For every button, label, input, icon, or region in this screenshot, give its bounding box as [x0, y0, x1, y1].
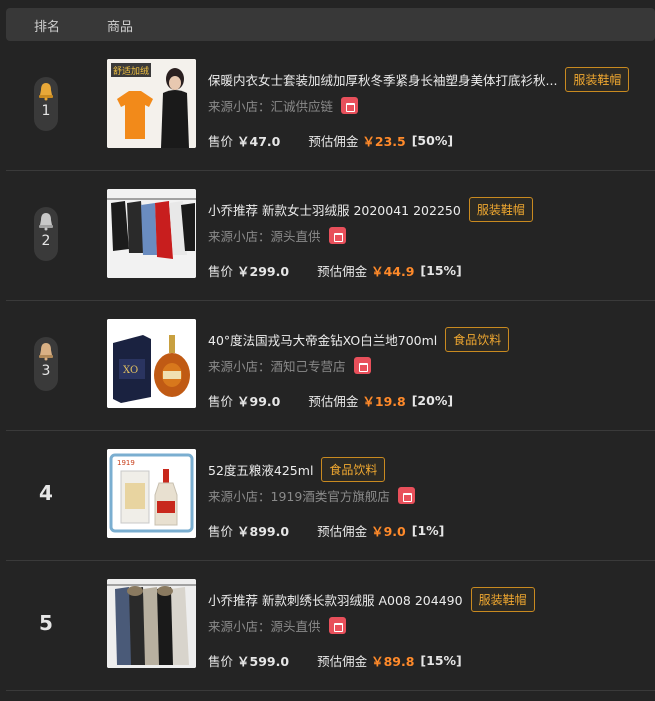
- shop-bag-icon[interactable]: [341, 97, 359, 114]
- product-image[interactable]: 1919: [107, 449, 196, 538]
- shop-prefix: 来源小店：: [208, 99, 271, 114]
- price-line: 售价 ￥899.0 预估佣金 ￥9.0 [1%]: [208, 521, 444, 540]
- commission-value: ￥23.5: [362, 134, 406, 149]
- gold-medal-icon: [39, 83, 53, 101]
- shop-info: 来源小店： 汇诚供应链: [208, 96, 359, 115]
- shop-bag-icon[interactable]: [328, 227, 346, 244]
- price-label: 售价: [208, 394, 234, 409]
- price-label: 售价: [208, 654, 234, 669]
- rank-number: 3: [41, 363, 51, 379]
- price-value: ￥899.0: [237, 524, 290, 539]
- category-tag: 服装鞋帽: [470, 586, 535, 612]
- product-title[interactable]: 保暖内衣女士套装加绒加厚秋冬季紧身长袖塑身美体打底衫秋...: [208, 70, 557, 89]
- product-image[interactable]: [107, 189, 196, 278]
- table-row[interactable]: 1 舒适加绒 保暖内衣女士套装加绒加厚秋冬季紧身长袖塑身美体打底衫秋... 服装…: [6, 41, 655, 171]
- rank-badge: 2: [34, 207, 58, 261]
- rank-number: 5: [39, 611, 53, 635]
- price-value: ￥47.0: [237, 134, 281, 149]
- shop-name[interactable]: 源头直供: [271, 616, 321, 635]
- price-value: ￥599.0: [237, 654, 290, 669]
- commission-value: ￥44.9: [371, 264, 415, 279]
- commission-label: 预估佣金: [308, 134, 359, 149]
- table-row[interactable]: 5 小乔推荐 新款刺绣长款羽绒服 A008 204490 服装鞋帽 来源小店： …: [6, 561, 655, 691]
- product-thumbnail-thermal-wear: 舒适加绒: [107, 59, 196, 148]
- shop-bag-icon[interactable]: [397, 487, 415, 504]
- price-label: 售价: [208, 524, 234, 539]
- product-thumbnail-down-jackets: [107, 189, 196, 278]
- category-tag: 食品饮料: [445, 326, 510, 352]
- price-label: 售价: [208, 264, 234, 279]
- price-line: 售价 ￥47.0 预估佣金 ￥23.5 [50%]: [208, 131, 453, 150]
- table-row[interactable]: 4 1919 52度五粮液425ml 食品饮料 来源小店： 1919酒类官方旗舰…: [6, 431, 655, 561]
- shop-prefix: 来源小店：: [208, 489, 271, 504]
- product-thumbnail-brandy: XO: [107, 319, 196, 408]
- shop-name[interactable]: 1919酒类官方旗舰店: [271, 486, 390, 505]
- commission-rate: [1%]: [411, 523, 445, 538]
- product-image[interactable]: XO: [107, 319, 196, 408]
- commission-rate: [15%]: [420, 263, 462, 278]
- commission-value: ￥89.8: [371, 654, 415, 669]
- thumb-text: 1919: [117, 459, 135, 467]
- commission-label: 预估佣金: [317, 524, 368, 539]
- category-tag: 食品饮料: [321, 456, 386, 482]
- commission-label: 预估佣金: [317, 264, 368, 279]
- price-label: 售价: [208, 134, 234, 149]
- table-row[interactable]: 3 XO 40°度法国戎马大帝金钻XO白兰地700ml 食品饮料 来源小店： 酒…: [6, 301, 655, 431]
- shop-info: 来源小店： 源头直供: [208, 226, 346, 245]
- product-title[interactable]: 40°度法国戎马大帝金钻XO白兰地700ml: [208, 330, 437, 349]
- price-value: ￥99.0: [237, 394, 281, 409]
- bronze-medal-icon: [39, 343, 53, 361]
- product-image[interactable]: [107, 579, 196, 668]
- table-row[interactable]: 2 小乔推荐 新款女士羽绒服 2020041 202250 服装鞋帽 来源小店：…: [6, 171, 655, 301]
- commission-rate: [15%]: [420, 653, 462, 668]
- category-tag: 服装鞋帽: [468, 196, 533, 222]
- thumb-text: 舒适加绒: [113, 65, 149, 77]
- product-title[interactable]: 小乔推荐 新款刺绣长款羽绒服 A008 204490: [208, 590, 463, 609]
- shop-name[interactable]: 源头直供: [271, 226, 321, 245]
- commission-rate: [20%]: [411, 393, 454, 408]
- shop-prefix: 来源小店：: [208, 229, 271, 244]
- shop-prefix: 来源小店：: [208, 359, 271, 374]
- commission-rate: [50%]: [411, 133, 454, 148]
- table-header: 排名 商品: [6, 8, 655, 41]
- product-thumbnail-long-down-coats: [107, 579, 196, 668]
- product-title[interactable]: 小乔推荐 新款女士羽绒服 2020041 202250: [208, 200, 461, 219]
- rank-number: 1: [41, 103, 51, 119]
- shop-name[interactable]: 汇诚供应链: [271, 96, 334, 115]
- price-line: 售价 ￥599.0 预估佣金 ￥89.8 [15%]: [208, 651, 462, 670]
- category-tag: 服装鞋帽: [565, 66, 630, 92]
- commission-value: ￥9.0: [371, 524, 406, 539]
- commission-label: 预估佣金: [317, 654, 368, 669]
- price-line: 售价 ￥99.0 预估佣金 ￥19.8 [20%]: [208, 391, 453, 410]
- shop-info: 来源小店： 1919酒类官方旗舰店: [208, 486, 415, 505]
- rank-column-header: 排名: [34, 20, 61, 35]
- shop-prefix: 来源小店：: [208, 619, 271, 634]
- shop-bag-icon[interactable]: [353, 357, 371, 374]
- commission-label: 预估佣金: [308, 394, 359, 409]
- rank-badge: 1: [34, 77, 58, 131]
- rank-number: 2: [41, 233, 51, 249]
- shop-bag-icon[interactable]: [328, 617, 346, 634]
- product-column-header: 商品: [107, 20, 134, 35]
- thumb-text: XO: [123, 365, 138, 376]
- commission-value: ￥19.8: [362, 394, 406, 409]
- shop-info: 来源小店： 源头直供: [208, 616, 346, 635]
- product-title[interactable]: 52度五粮液425ml: [208, 460, 313, 479]
- shop-name[interactable]: 酒知己专营店: [271, 356, 346, 375]
- product-image[interactable]: 舒适加绒: [107, 59, 196, 148]
- price-value: ￥299.0: [237, 264, 290, 279]
- shop-info: 来源小店： 酒知己专营店: [208, 356, 371, 375]
- price-line: 售价 ￥299.0 预估佣金 ￥44.9 [15%]: [208, 261, 462, 280]
- silver-medal-icon: [39, 213, 53, 231]
- product-thumbnail-wuliangye: 1919: [107, 449, 196, 538]
- rank-number: 4: [39, 481, 53, 505]
- rank-badge: 3: [34, 337, 58, 391]
